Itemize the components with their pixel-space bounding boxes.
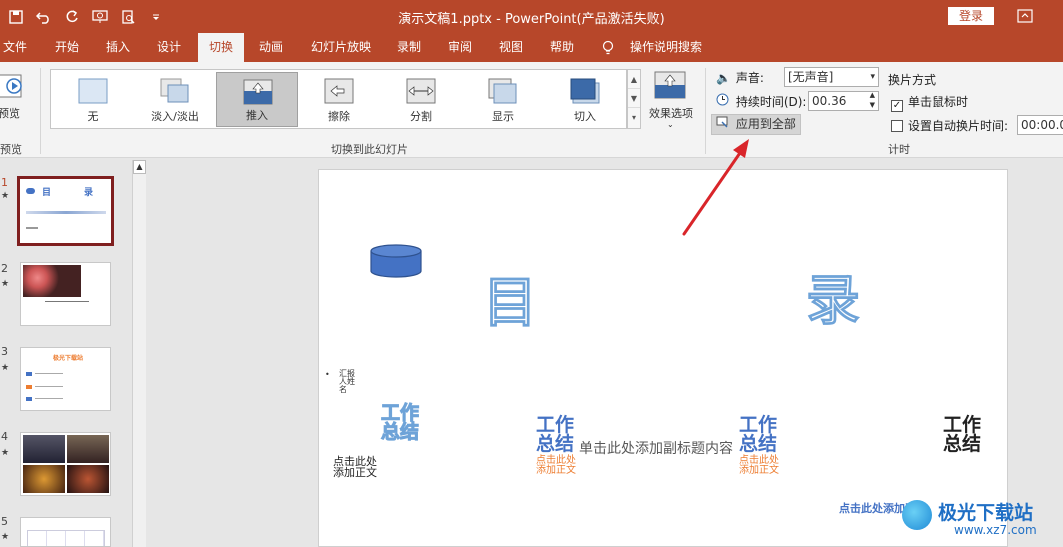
watermark-logo-icon (902, 500, 932, 530)
annotation-arrow (682, 139, 749, 236)
watermark-url: www.xz7.com (954, 523, 1037, 537)
watermark: 极光下载站 www.xz7.com (898, 494, 1063, 547)
watermark-brand: 极光下载站 (938, 502, 1034, 524)
